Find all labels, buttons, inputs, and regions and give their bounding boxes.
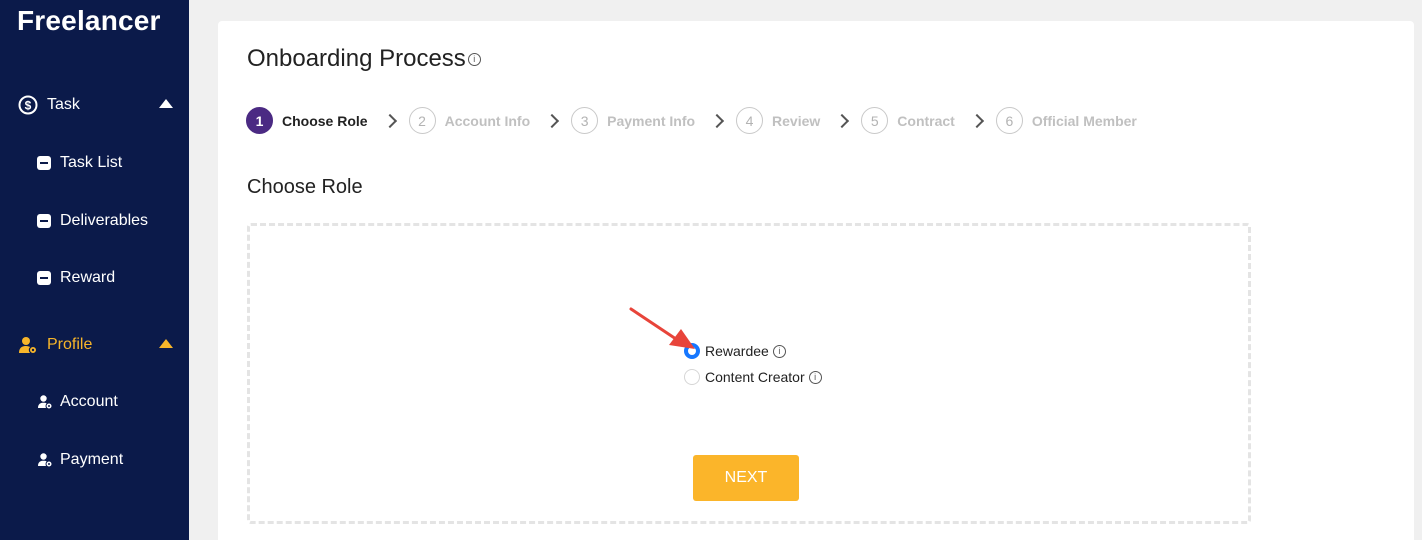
page-title-text: Onboarding Process: [247, 45, 466, 72]
step-label: Payment Info: [607, 112, 696, 129]
sidebar: Freelancer $ Task Task List Deliverables…: [0, 0, 189, 540]
sidebar-item-label: Task List: [60, 154, 123, 171]
step-label: Choose Role: [282, 112, 368, 129]
caret-up-icon: [159, 99, 173, 108]
user-gear-icon: [19, 337, 38, 355]
step-label: Review: [772, 112, 821, 129]
user-gear-icon: [38, 453, 53, 468]
step-number: 3: [571, 107, 599, 134]
sidebar-item-account[interactable]: Account: [0, 382, 189, 422]
brand-logo: Freelancer: [17, 5, 161, 36]
step-label: Account Info: [444, 112, 531, 129]
document-icon: [37, 156, 51, 170]
step-account-info[interactable]: 2 Account Info: [408, 107, 531, 134]
chevron-right-icon: [969, 113, 984, 128]
role-option-rewardee[interactable]: Rewardee i: [684, 341, 786, 361]
sidebar-item-task-list[interactable]: Task List: [0, 143, 189, 183]
chevron-right-icon: [382, 113, 397, 128]
info-icon[interactable]: i: [467, 53, 481, 67]
onboarding-steps: 1 Choose Role 2 Account Info 3 Payment I…: [246, 107, 1137, 134]
role-option-content-creator[interactable]: Content Creator i: [684, 367, 822, 387]
annotation-arrow-icon: [629, 307, 695, 349]
step-number: 4: [736, 107, 764, 134]
step-number: 5: [861, 107, 889, 134]
next-button[interactable]: NEXT: [693, 455, 799, 501]
sidebar-item-deliverables[interactable]: Deliverables: [0, 201, 189, 241]
step-number: 2: [408, 107, 436, 134]
step-choose-role[interactable]: 1 Choose Role: [246, 107, 368, 134]
user-gear-icon: [38, 395, 53, 410]
chevron-right-icon: [835, 113, 850, 128]
step-payment-info[interactable]: 3 Payment Info: [571, 107, 695, 134]
sidebar-item-reward[interactable]: Reward: [0, 258, 189, 298]
sidebar-group-profile[interactable]: Profile: [0, 325, 189, 365]
chevron-right-icon: [709, 113, 725, 128]
step-review[interactable]: 4 Review: [736, 107, 820, 134]
dollar-circle-icon: $: [18, 95, 38, 115]
sidebar-group-label: Task: [47, 96, 80, 113]
document-icon: [37, 214, 51, 228]
step-number: 6: [995, 107, 1023, 134]
radio-button-content-creator[interactable]: [684, 369, 700, 385]
chevron-right-icon: [545, 113, 560, 128]
sidebar-item-label: Deliverables: [60, 212, 149, 229]
section-title: Choose Role: [247, 176, 363, 198]
step-label: Contract: [897, 112, 955, 129]
step-label: Official Member: [1031, 112, 1137, 129]
role-label: Rewardee: [705, 343, 769, 359]
step-contract[interactable]: 5 Contract: [861, 107, 955, 134]
caret-up-icon: [159, 339, 173, 348]
svg-text:$: $: [25, 99, 32, 113]
step-number: 1: [246, 107, 273, 134]
info-icon[interactable]: i: [772, 344, 786, 358]
info-icon[interactable]: i: [808, 370, 822, 384]
role-selection-box: Rewardee i Content Creator i NEXT: [247, 223, 1251, 524]
main-panel: Onboarding Process i 1 Choose Role 2 Acco…: [218, 21, 1414, 540]
sidebar-group-label: Profile: [47, 336, 93, 353]
sidebar-group-task[interactable]: $ Task: [0, 85, 189, 125]
page-title: Onboarding Process i: [247, 45, 481, 73]
role-label: Content Creator: [705, 369, 805, 385]
step-official-member[interactable]: 6 Official Member: [995, 107, 1137, 134]
sidebar-item-label: Payment: [60, 451, 124, 468]
sidebar-item-label: Reward: [60, 269, 116, 286]
sidebar-item-label: Account: [60, 393, 118, 410]
document-icon: [37, 271, 51, 285]
sidebar-item-payment[interactable]: Payment: [0, 440, 189, 480]
